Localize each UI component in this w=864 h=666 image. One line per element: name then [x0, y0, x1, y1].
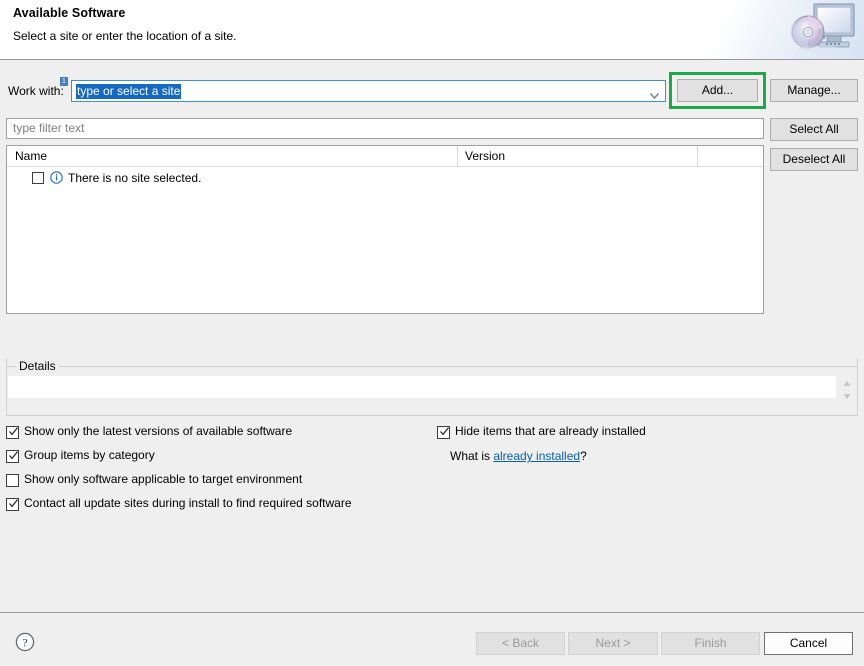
- info-icon: [50, 171, 63, 184]
- already-installed-link[interactable]: already installed: [493, 449, 580, 463]
- column-header-version[interactable]: Version: [465, 149, 505, 163]
- cancel-button[interactable]: Cancel: [764, 632, 853, 655]
- work-with-combo[interactable]: type or select a site: [71, 80, 666, 102]
- next-button[interactable]: Next >: [568, 632, 658, 655]
- checkbox[interactable]: [6, 450, 19, 463]
- column-divider[interactable]: [457, 146, 458, 167]
- chevron-down-icon[interactable]: [649, 88, 660, 100]
- option-label: Contact all update sites during install …: [24, 496, 352, 510]
- option-label: Hide items that are already installed: [455, 424, 646, 438]
- install-disc-monitor-icon: [786, 2, 856, 58]
- details-border-left: [6, 366, 16, 367]
- details-border-right: [56, 366, 858, 367]
- row-name-cell: There is no site selected.: [68, 171, 202, 185]
- work-with-badge: 1: [60, 77, 68, 86]
- work-with-input[interactable]: type or select a site: [76, 84, 182, 99]
- row-checkbox[interactable]: [32, 172, 44, 184]
- checkbox[interactable]: [437, 426, 450, 439]
- details-text[interactable]: [8, 376, 836, 398]
- page-subtitle: Select a site or enter the location of a…: [13, 29, 237, 43]
- wizard-header: Available Software Select a site or ente…: [0, 0, 864, 60]
- column-divider[interactable]: [697, 146, 698, 167]
- what-is-suffix: ?: [580, 449, 587, 463]
- filter-input[interactable]: type filter text: [6, 118, 764, 139]
- select-all-button[interactable]: Select All: [770, 118, 858, 141]
- table-row[interactable]: There is no site selected.: [7, 170, 763, 188]
- column-header-name[interactable]: Name: [15, 149, 47, 163]
- dialog-body: [0, 60, 864, 612]
- help-question-icon[interactable]: ?: [15, 632, 35, 652]
- table-header: Name Version: [7, 146, 763, 167]
- checkbox[interactable]: [6, 426, 19, 439]
- checkbox[interactable]: [6, 474, 19, 487]
- what-is-installed-text: What is already installed?: [450, 449, 587, 463]
- scroll-arrows-icon[interactable]: [841, 379, 853, 401]
- option-label: Group items by category: [24, 448, 155, 462]
- add-button[interactable]: Add...: [677, 79, 758, 102]
- software-tree[interactable]: Name Version There is no site selected.: [6, 145, 764, 314]
- back-button[interactable]: < Back: [476, 632, 565, 655]
- page-title: Available Software: [13, 6, 126, 20]
- option-label: Show only software applicable to target …: [24, 472, 303, 486]
- option-label: Show only the latest versions of availab…: [24, 424, 293, 438]
- deselect-all-button[interactable]: Deselect All: [770, 148, 858, 171]
- what-is-prefix: What is: [450, 449, 494, 463]
- details-legend: Details: [16, 359, 59, 373]
- svg-text:?: ?: [22, 635, 27, 649]
- work-with-label: Work with:: [8, 84, 64, 98]
- manage-button[interactable]: Manage...: [770, 79, 858, 102]
- finish-button[interactable]: Finish: [661, 632, 760, 655]
- checkbox[interactable]: [6, 498, 19, 511]
